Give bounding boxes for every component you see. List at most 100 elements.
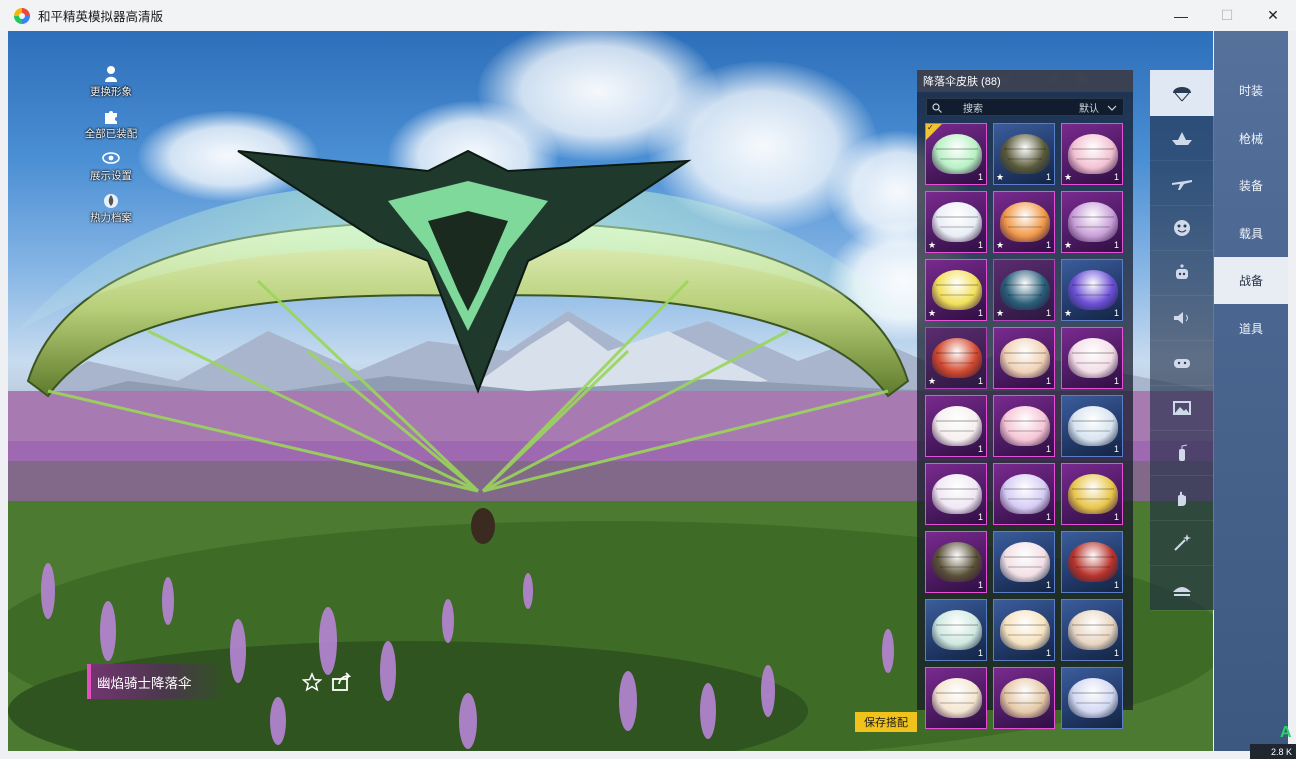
parachute-thumbnail	[1068, 270, 1118, 310]
category-icon-tab[interactable]	[1150, 205, 1214, 251]
maximize-button[interactable]: ☐	[1204, 0, 1250, 31]
parachute-skin-slot[interactable]: ★ 1	[1061, 259, 1123, 321]
search-input[interactable]: 搜索 默认	[926, 98, 1124, 116]
parachute-thumbnail	[932, 202, 982, 242]
parachute-skin-slot[interactable]: 1	[925, 463, 987, 525]
skin-count: 1	[977, 240, 983, 250]
parachute-thumbnail	[1000, 542, 1050, 582]
speaker-icon	[1174, 311, 1188, 324]
category-tab[interactable]: 装备	[1214, 162, 1288, 209]
parachute-skin-slot[interactable]: 1	[925, 395, 987, 457]
category-icon-tab[interactable]	[1150, 70, 1214, 116]
plane-icon	[1172, 179, 1192, 190]
skin-count: 1	[1113, 376, 1119, 386]
parachute-thumbnail	[1000, 202, 1050, 242]
skin-count: 1	[977, 172, 983, 182]
parachute-skin-slot[interactable]: ★ 1	[1061, 191, 1123, 253]
parachute-skin-slot[interactable]: 1	[993, 531, 1055, 593]
category-icon-tab[interactable]	[1150, 475, 1214, 521]
category-tab[interactable]: 载具	[1214, 210, 1288, 257]
parachute-skin-slot[interactable]: ★ 1	[925, 191, 987, 253]
parachute-skin-slot[interactable]: 1	[1061, 395, 1123, 457]
title-bar: 和平精英模拟器高清版 — ☐ ✕	[0, 0, 1296, 31]
minimize-button[interactable]: —	[1158, 0, 1204, 31]
change-appearance-label: 更换形象	[90, 86, 132, 98]
inventory-title: 降落伞皮肤 (88)	[917, 70, 1133, 92]
search-icon	[932, 103, 942, 113]
category-icon-tab[interactable]	[1150, 250, 1214, 296]
landing-icon	[1173, 586, 1191, 596]
category-icon-tab[interactable]	[1150, 295, 1214, 341]
left-menu: 更换形象 全部已装配 展示设置 热力档案	[66, 65, 156, 233]
category-tab[interactable]: 枪械	[1214, 115, 1288, 162]
skin-count: 1	[1045, 580, 1051, 590]
skin-count: 1	[1045, 240, 1051, 250]
parachute-thumbnail	[932, 134, 982, 174]
parachute-skin-slot[interactable]: ★ 1	[993, 191, 1055, 253]
magic-wand-icon	[1174, 533, 1191, 551]
sort-dropdown-label[interactable]: 默认	[1079, 100, 1099, 115]
parachute-skin-slot[interactable]: 1	[993, 463, 1055, 525]
fire-icon	[102, 191, 120, 209]
parachute-skin-slot[interactable]: 1	[993, 395, 1055, 457]
category-tab[interactable]: 道具	[1214, 305, 1288, 352]
parachute-skin-slot[interactable]: 1	[1061, 599, 1123, 661]
parachute-skin-slot[interactable]	[993, 667, 1055, 729]
parachute-skin-slot[interactable]: ★ 1	[993, 259, 1055, 321]
category-icon-tab[interactable]	[1150, 385, 1214, 431]
parachute-thumbnail	[1068, 610, 1118, 650]
category-icon-tab[interactable]	[1150, 340, 1214, 386]
parachute-skin-slot[interactable]: 1	[1061, 463, 1123, 525]
all-equipped-button[interactable]: 全部已装配	[66, 107, 156, 149]
skin-count: 1	[977, 512, 983, 522]
star-icon: ★	[996, 240, 1005, 250]
skin-count: 1	[1045, 308, 1051, 318]
parachute-skin-slot[interactable]: 1 ✓	[925, 123, 987, 185]
close-window-button[interactable]: ✕	[1250, 0, 1296, 31]
favorite-star-icon[interactable]	[301, 672, 323, 692]
parachute-thumbnail	[932, 542, 982, 582]
parachute-thumbnail	[1068, 202, 1118, 242]
category-tab[interactable]: 战备	[1214, 257, 1288, 304]
parachute-skin-slot[interactable]: 1	[993, 327, 1055, 389]
parachute-skin-slot[interactable]: ★ 1	[993, 123, 1055, 185]
parachute-skin-slot[interactable]: 1	[993, 599, 1055, 661]
parachute-skin-slot[interactable]: ★ 1	[925, 327, 987, 389]
inventory-panel: 降落伞皮肤 (88) 搜索 默认 1 ✓ ★ 1 ★ 1 ★ 1 ★ 1 ★ 1 ★ 1 ★ 1 ★ 1 ★ 1 1 1 1…	[917, 70, 1133, 729]
category-icon-tab[interactable]	[1150, 520, 1214, 566]
parachute-thumbnail	[1068, 406, 1118, 446]
hand-wave-icon	[1178, 491, 1186, 506]
category-tab[interactable]: 时装	[1214, 67, 1288, 114]
parachute-skin-slot[interactable]: 1	[925, 599, 987, 661]
category-icon-tab[interactable]	[1150, 160, 1214, 206]
parachute-skin-slot[interactable]: ★ 1	[925, 259, 987, 321]
skin-count: 1	[977, 648, 983, 658]
parachute-skin-slot[interactable]	[1061, 667, 1123, 729]
parachute-skin-slot[interactable]: ★ 1	[1061, 123, 1123, 185]
parachute-thumbnail	[1068, 678, 1118, 718]
change-appearance-button[interactable]: 更换形象	[66, 65, 156, 107]
parachute-skin-slot[interactable]	[925, 667, 987, 729]
save-outfit-button[interactable]: 保存搭配	[855, 712, 917, 732]
parachute-skin-slot[interactable]: 1	[1061, 327, 1123, 389]
parachute-thumbnail	[1068, 338, 1118, 378]
skin-count: 1	[1113, 308, 1119, 318]
display-settings-button[interactable]: 展示设置	[66, 149, 156, 191]
category-icon-tab[interactable]	[1150, 430, 1214, 476]
parachute-thumbnail	[932, 610, 982, 650]
skin-count: 1	[1113, 240, 1119, 250]
category-icon-column	[1150, 70, 1214, 611]
category-icon-tab[interactable]	[1150, 115, 1214, 161]
parachute-skin-slot[interactable]: 1	[925, 531, 987, 593]
corner-letter: A	[1280, 724, 1292, 741]
network-speed-readout: 2.8 K	[1250, 744, 1296, 759]
parachute-icon	[1173, 86, 1191, 101]
heat-profile-button[interactable]: 热力档案	[66, 191, 156, 233]
parachute-skin-slot[interactable]: 1	[1061, 531, 1123, 593]
category-icon-tab[interactable]	[1150, 565, 1214, 611]
item-name-banner: 幽焰骑士降落伞	[87, 664, 227, 699]
eye-icon	[102, 149, 120, 167]
star-icon: ★	[1064, 240, 1073, 250]
share-icon[interactable]	[331, 672, 353, 692]
display-settings-label: 展示设置	[90, 170, 132, 182]
